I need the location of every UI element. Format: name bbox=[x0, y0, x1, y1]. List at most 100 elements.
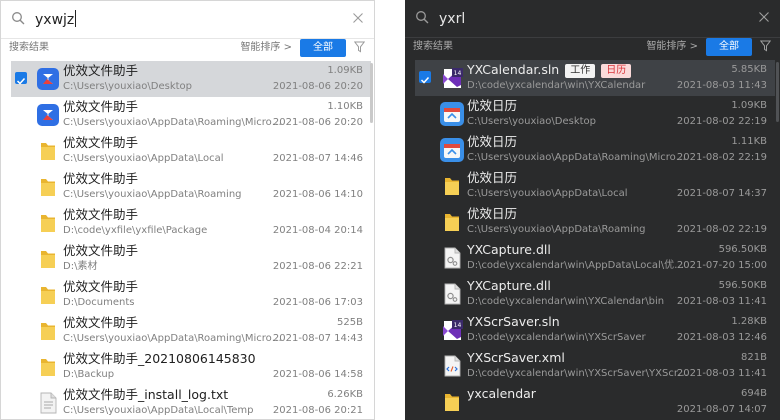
file-name: 优效文件助手 bbox=[63, 207, 139, 222]
checkmark-icon bbox=[419, 71, 431, 90]
file-name: 优效文件助手 bbox=[63, 135, 139, 150]
file-name: 优效文件助手 bbox=[63, 63, 139, 78]
file-size: 596.50KB bbox=[718, 280, 767, 291]
checkmark-icon bbox=[15, 72, 27, 91]
file-path: C:\Users\youxiao\AppData\Local bbox=[467, 188, 628, 199]
file-name: YXCalendar.sln 工作 日历 bbox=[467, 62, 632, 78]
result-row[interactable]: 优效文件助手 C:\Users\youxiao\AppData\Local 2021… bbox=[11, 133, 371, 169]
search-icon bbox=[12, 12, 25, 25]
app-icon bbox=[35, 102, 61, 128]
dll-icon bbox=[439, 245, 465, 271]
file-name: YXScrSaver.xml bbox=[467, 350, 565, 365]
file-date: 2021-08-06 20:20 bbox=[272, 81, 363, 92]
file-size: 5.85KB bbox=[731, 64, 767, 75]
result-row[interactable]: 优效日历 C:\Users\youxiao\AppData\Local 2021-0… bbox=[415, 168, 775, 204]
file-size: 1.09KB bbox=[731, 100, 767, 111]
file-date: 2021-08-06 20:20 bbox=[272, 117, 363, 128]
result-row[interactable]: YXCapture.dll D:\code\yxcalendar\win\YXCa… bbox=[415, 276, 775, 312]
file-size: 821B bbox=[741, 352, 767, 363]
file-name: 优效日历 bbox=[467, 98, 518, 113]
calendar-icon bbox=[439, 101, 465, 127]
result-row[interactable]: 优效文件助手_20210806145830 D:\Backup 2021-08-06… bbox=[11, 349, 371, 385]
result-row[interactable]: 优效文件助手 D:\code\yxfile\yxfile\Package 2021-… bbox=[11, 205, 371, 241]
filter-all-button[interactable]: 全部 bbox=[706, 38, 752, 56]
results-label: 搜索结果 bbox=[413, 41, 453, 52]
file-path: C:\Users\youxiao\AppData\Roaming\Microso… bbox=[63, 333, 285, 344]
file-path: D:\素材 bbox=[63, 261, 98, 272]
results-toolbar: 搜索结果 智能排序 > 全部 bbox=[405, 38, 780, 60]
result-row[interactable]: 优效文件助手 C:\Users\youxiao\AppData\Roaming\M… bbox=[11, 97, 371, 133]
file-path: C:\Users\youxiao\AppData\Local\Temp bbox=[63, 405, 254, 416]
search-bar: yxwjz bbox=[1, 1, 374, 39]
file-size: 694B bbox=[741, 388, 767, 399]
file-size: 525B bbox=[337, 317, 363, 328]
file-name: yxcalendar bbox=[467, 386, 536, 401]
file-date: 2021-08-02 22:19 bbox=[676, 116, 767, 127]
folder-icon bbox=[35, 318, 61, 344]
result-row[interactable]: 优效文件助手_install_log.txt C:\Users\youxiao\A… bbox=[11, 385, 371, 419]
folder-icon bbox=[35, 354, 61, 380]
tag-work[interactable]: 工作 bbox=[565, 64, 596, 78]
file-date: 2021-08-07 14:43 bbox=[272, 333, 363, 344]
search-input[interactable]: yxrl bbox=[439, 9, 465, 29]
folder-icon bbox=[439, 209, 465, 235]
funnel-icon[interactable] bbox=[354, 41, 365, 53]
file-name: 优效文件助手 bbox=[63, 279, 139, 294]
file-date: 2021-08-06 22:21 bbox=[272, 261, 363, 272]
result-row[interactable]: YXScrSaver.xml D:\code\yxcalendar\win\YXS… bbox=[415, 348, 775, 384]
file-path: D:\Documents bbox=[63, 297, 135, 308]
filter-all-button[interactable]: 全部 bbox=[300, 39, 346, 57]
file-name: 优效日历 bbox=[467, 134, 518, 149]
file-date: 2021-08-06 14:10 bbox=[272, 189, 363, 200]
funnel-icon[interactable] bbox=[760, 40, 771, 52]
text-caret bbox=[75, 10, 77, 27]
row-checkbox[interactable] bbox=[15, 72, 27, 85]
file-path: C:\Users\youxiao\Desktop bbox=[467, 116, 597, 127]
result-row[interactable]: 优效文件助手 C:\Users\youxiao\Desktop 1.09KB 2021… bbox=[11, 61, 371, 97]
result-row[interactable]: 优效日历 C:\Users\youxiao\AppData\Roaming 2021… bbox=[415, 204, 775, 240]
calendar-icon bbox=[439, 137, 465, 163]
light-search-panel: yxwjz 搜索结果 智能排序 > 全部 优效文件助手 C:\Users\youx… bbox=[0, 0, 375, 420]
file-path: D:\code\yxfile\yxfile\Package bbox=[63, 225, 208, 236]
result-row[interactable]: 优效日历 C:\Users\youxiao\AppData\Roaming\Mic… bbox=[415, 132, 775, 168]
search-input[interactable]: yxwjz bbox=[35, 10, 77, 30]
file-date: 2021-08-06 14:58 bbox=[272, 369, 363, 380]
sort-toggle[interactable]: 智能排序 > bbox=[240, 41, 292, 55]
folder-icon bbox=[35, 210, 61, 236]
file-date: 2021-08-06 20:21 bbox=[272, 405, 363, 416]
tag-calendar[interactable]: 日历 bbox=[601, 64, 632, 78]
result-row[interactable]: 14 YXCalendar.sln 工作 日历 D:\code\yxcalendar\w… bbox=[415, 60, 775, 96]
folder-icon bbox=[35, 246, 61, 272]
results-label: 搜索结果 bbox=[9, 42, 49, 53]
sort-toggle[interactable]: 智能排序 > bbox=[646, 40, 698, 54]
file-date: 2021-08-04 20:14 bbox=[272, 225, 363, 236]
file-date: 2021-07-20 15:00 bbox=[676, 260, 767, 271]
file-date: 2021-08-03 11:41 bbox=[676, 368, 767, 379]
folder-icon bbox=[439, 389, 465, 415]
file-size: 596.50KB bbox=[718, 244, 767, 255]
result-row[interactable]: 优效文件助手 C:\Users\youxiao\AppData\Roaming\M… bbox=[11, 313, 371, 349]
search-bar: yxrl bbox=[405, 0, 780, 38]
result-row[interactable]: 优效日历 C:\Users\youxiao\Desktop 1.09KB 2021-0… bbox=[415, 96, 775, 132]
svg-text:14: 14 bbox=[454, 70, 462, 77]
clear-icon[interactable] bbox=[352, 12, 364, 24]
file-date: 2021-08-02 22:19 bbox=[676, 152, 767, 163]
file-path: D:\Backup bbox=[63, 369, 115, 380]
file-size: 1.28KB bbox=[731, 316, 767, 327]
scrollbar-thumb[interactable] bbox=[370, 63, 373, 123]
result-row[interactable]: 14 YXScrSaver.sln D:\code\yxcalendar\win\Y… bbox=[415, 312, 775, 348]
file-name: YXCapture.dll bbox=[467, 278, 551, 293]
clear-icon[interactable] bbox=[758, 11, 770, 23]
row-checkbox[interactable] bbox=[419, 71, 431, 84]
result-row[interactable]: yxcalendar 694B 2021-08-07 14:07 bbox=[415, 384, 775, 420]
file-size: 6.26KB bbox=[327, 389, 363, 400]
result-row[interactable]: 优效文件助手 D:\素材 2021-08-06 22:21 bbox=[11, 241, 371, 277]
result-row[interactable]: 优效文件助手 D:\Documents 2021-08-06 17:03 bbox=[11, 277, 371, 313]
file-date: 2021-08-03 12:46 bbox=[676, 332, 767, 343]
file-name: 优效文件助手 bbox=[63, 243, 139, 258]
file-name: 优效文件助手 bbox=[63, 171, 139, 186]
result-row[interactable]: YXCapture.dll D:\code\yxcalendar\win\AppD… bbox=[415, 240, 775, 276]
scrollbar-thumb[interactable] bbox=[776, 62, 779, 122]
result-row[interactable]: 优效文件助手 C:\Users\youxiao\AppData\Roaming 20… bbox=[11, 169, 371, 205]
svg-text:14: 14 bbox=[454, 322, 462, 329]
